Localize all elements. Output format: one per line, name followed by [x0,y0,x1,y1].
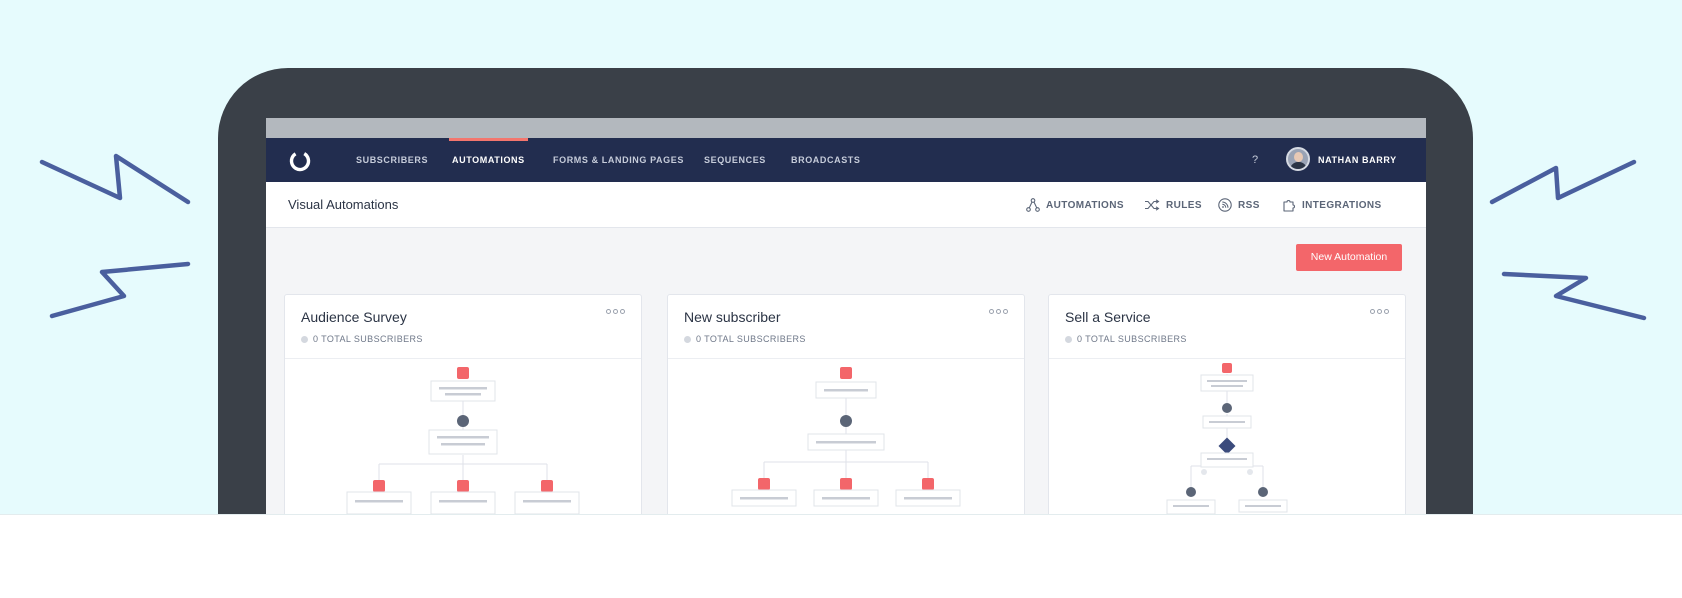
app-screen: SUBSCRIBERS AUTOMATIONS FORMS & LANDING … [266,118,1426,518]
status-dot-icon [301,335,308,343]
rss-icon [1218,198,1232,212]
puzzle-icon [1283,200,1295,212]
zigzag-decoration-left-top [39,153,191,205]
subnav-automations-label: AUTOMATIONS [1046,199,1124,211]
status-dot-icon [684,335,691,343]
card-more-icon[interactable] [1370,309,1389,314]
shuffle-icon [1145,199,1160,211]
laptop-frame: SUBSCRIBERS AUTOMATIONS FORMS & LANDING … [218,68,1473,588]
page-title: Visual Automations [288,197,399,212]
automation-tree-icon [1026,198,1040,212]
subnav-automations[interactable]: AUTOMATIONS [1026,182,1124,228]
automation-card-new-subscriber[interactable]: New subscriber 0 TOTAL SUBSCRIBERS [667,294,1025,518]
card-title: Audience Survey [301,309,407,325]
automation-flow-preview [1166,363,1288,515]
nav-item-subscribers[interactable]: SUBSCRIBERS [356,138,428,182]
zigzag-decoration-right-bottom [1501,271,1647,321]
card-title: New subscriber [684,309,781,325]
card-more-icon[interactable] [989,309,1008,314]
help-icon[interactable]: ? [1252,138,1258,182]
new-automation-button[interactable]: New Automation [1296,244,1402,271]
card-subscriber-count: 0 TOTAL SUBSCRIBERS [301,334,423,344]
bottom-strip [0,514,1682,598]
card-subscriber-count: 0 TOTAL SUBSCRIBERS [1065,334,1187,344]
card-title: Sell a Service [1065,309,1151,325]
top-navigation: SUBSCRIBERS AUTOMATIONS FORMS & LANDING … [266,138,1426,182]
zigzag-decoration-left-bottom [49,261,191,319]
automation-card-sell-a-service[interactable]: Sell a Service 0 TOTAL SUBSCRIBERS [1048,294,1406,518]
browser-bar [266,118,1426,138]
subnav-rules[interactable]: RULES [1144,182,1202,228]
logo-icon[interactable] [288,149,312,173]
card-more-icon[interactable] [606,309,625,314]
nav-item-automations[interactable]: AUTOMATIONS [449,138,528,182]
status-dot-icon [1065,335,1072,343]
nav-item-sequences[interactable]: SEQUENCES [704,138,766,182]
automation-flow-preview [346,367,580,515]
avatar[interactable] [1286,147,1310,171]
subnav-integrations-label: INTEGRATIONS [1302,199,1382,211]
automation-card-audience-survey[interactable]: Audience Survey 0 TOTAL SUBSCRIBERS [284,294,642,518]
nav-item-forms-landing-pages[interactable]: FORMS & LANDING PAGES [553,138,684,182]
subnav-integrations[interactable]: INTEGRATIONS [1282,182,1382,228]
subnav-rss-label: RSS [1238,199,1260,211]
subheader: Visual Automations AUTOMATIONS RULES RSS… [266,182,1426,228]
subnav-rss[interactable]: RSS [1218,182,1260,228]
subnav-rules-label: RULES [1166,199,1202,211]
nav-item-broadcasts[interactable]: BROADCASTS [791,138,861,182]
automation-flow-preview [731,367,961,507]
card-subscriber-count: 0 TOTAL SUBSCRIBERS [684,334,806,344]
user-name-menu[interactable]: NATHAN BARRY [1318,138,1397,182]
zigzag-decoration-right-top [1489,159,1637,205]
